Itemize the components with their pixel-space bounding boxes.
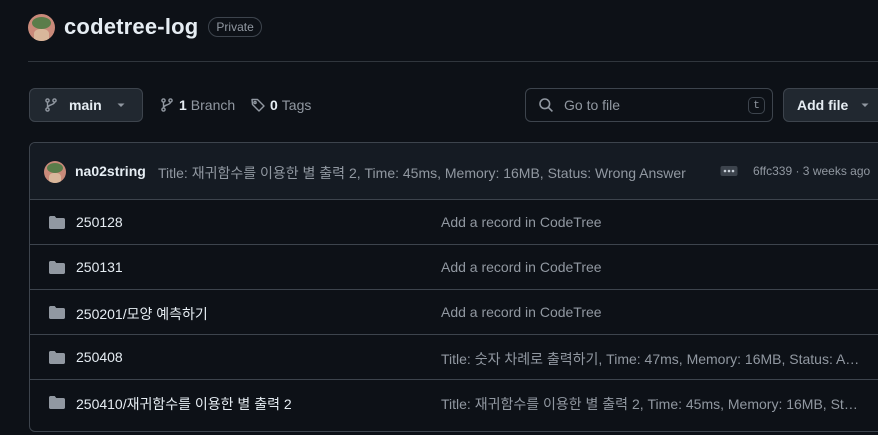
- add-file-button[interactable]: Add file: [783, 88, 878, 122]
- visibility-badge: Private: [208, 17, 262, 37]
- file-commit-message[interactable]: Title: 재귀함수를 이용한 별 출력 2, Time: 45ms, Mem…: [441, 394, 863, 414]
- tag-icon: [250, 97, 266, 113]
- file-row[interactable]: 250201/모양 예측하기 Add a record in CodeTree: [30, 290, 878, 335]
- folder-icon: [48, 215, 66, 231]
- repo-name[interactable]: codetree-log: [64, 14, 198, 40]
- file-name[interactable]: 250201/모양 예측하기: [76, 304, 208, 324]
- file-browser: na02string Title: 재귀함수를 이용한 별 출력 2, Time…: [29, 142, 878, 432]
- repo-header: codetree-log Private: [28, 11, 262, 43]
- file-name[interactable]: 250128: [76, 214, 123, 230]
- folder-icon: [48, 350, 66, 366]
- latest-commit-row: na02string Title: 재귀함수를 이용한 별 출력 2, Time…: [30, 143, 878, 200]
- expand-commit-button[interactable]: [720, 164, 738, 178]
- go-to-file-search[interactable]: t: [525, 88, 773, 122]
- chevron-down-icon: [860, 100, 870, 110]
- header-divider: [28, 61, 878, 62]
- file-row[interactable]: 250408 Title: 숫자 차례로 출력하기, Time: 47ms, M…: [30, 335, 878, 380]
- branch-count: 1: [179, 97, 187, 113]
- tags-link[interactable]: 0 Tags: [250, 88, 311, 122]
- branch-label: Branch: [190, 97, 236, 113]
- commit-hash-time[interactable]: 6ffc339 · 3 weeks ago: [753, 164, 870, 178]
- git-branch-icon: [159, 97, 175, 113]
- repo-toolbar: main 1 Branch 0 Tags t: [0, 88, 878, 124]
- file-row[interactable]: 250128 Add a record in CodeTree: [30, 200, 878, 245]
- add-file-label: Add file: [797, 97, 849, 113]
- tag-count: 0: [270, 97, 278, 113]
- commit-author[interactable]: na02string: [75, 163, 146, 179]
- file-name[interactable]: 250131: [76, 259, 123, 275]
- branch-selector-button[interactable]: main: [29, 88, 143, 122]
- commit-message[interactable]: Title: 재귀함수를 이용한 별 출력 2, Time: 45ms, Mem…: [158, 163, 706, 183]
- file-commit-message[interactable]: Title: 숫자 차례로 출력하기, Time: 47ms, Memory: …: [441, 349, 863, 369]
- chevron-down-icon: [116, 100, 126, 110]
- file-commit-message[interactable]: Add a record in CodeTree: [441, 214, 863, 230]
- file-row[interactable]: 250131 Add a record in CodeTree: [30, 245, 878, 290]
- branches-link[interactable]: 1 Branch: [159, 88, 235, 122]
- git-branch-icon: [43, 97, 59, 113]
- file-commit-message[interactable]: Add a record in CodeTree: [441, 259, 863, 275]
- file-name[interactable]: 250410/재귀함수를 이용한 별 출력 2: [76, 394, 292, 414]
- folder-icon: [48, 260, 66, 276]
- keyboard-shortcut-hint: t: [748, 97, 765, 114]
- owner-avatar[interactable]: [28, 13, 55, 41]
- folder-icon: [48, 395, 66, 411]
- tag-label: Tags: [281, 97, 312, 113]
- search-input[interactable]: [562, 96, 736, 114]
- ellipsis-icon: [720, 166, 738, 176]
- search-icon: [538, 97, 554, 113]
- author-avatar[interactable]: [44, 161, 66, 183]
- file-commit-message[interactable]: Add a record in CodeTree: [441, 304, 863, 320]
- file-name[interactable]: 250408: [76, 349, 123, 365]
- folder-icon: [48, 305, 66, 321]
- file-row[interactable]: 250410/재귀함수를 이용한 별 출력 2 Title: 재귀함수를 이용한…: [30, 380, 878, 425]
- branch-name: main: [69, 97, 102, 113]
